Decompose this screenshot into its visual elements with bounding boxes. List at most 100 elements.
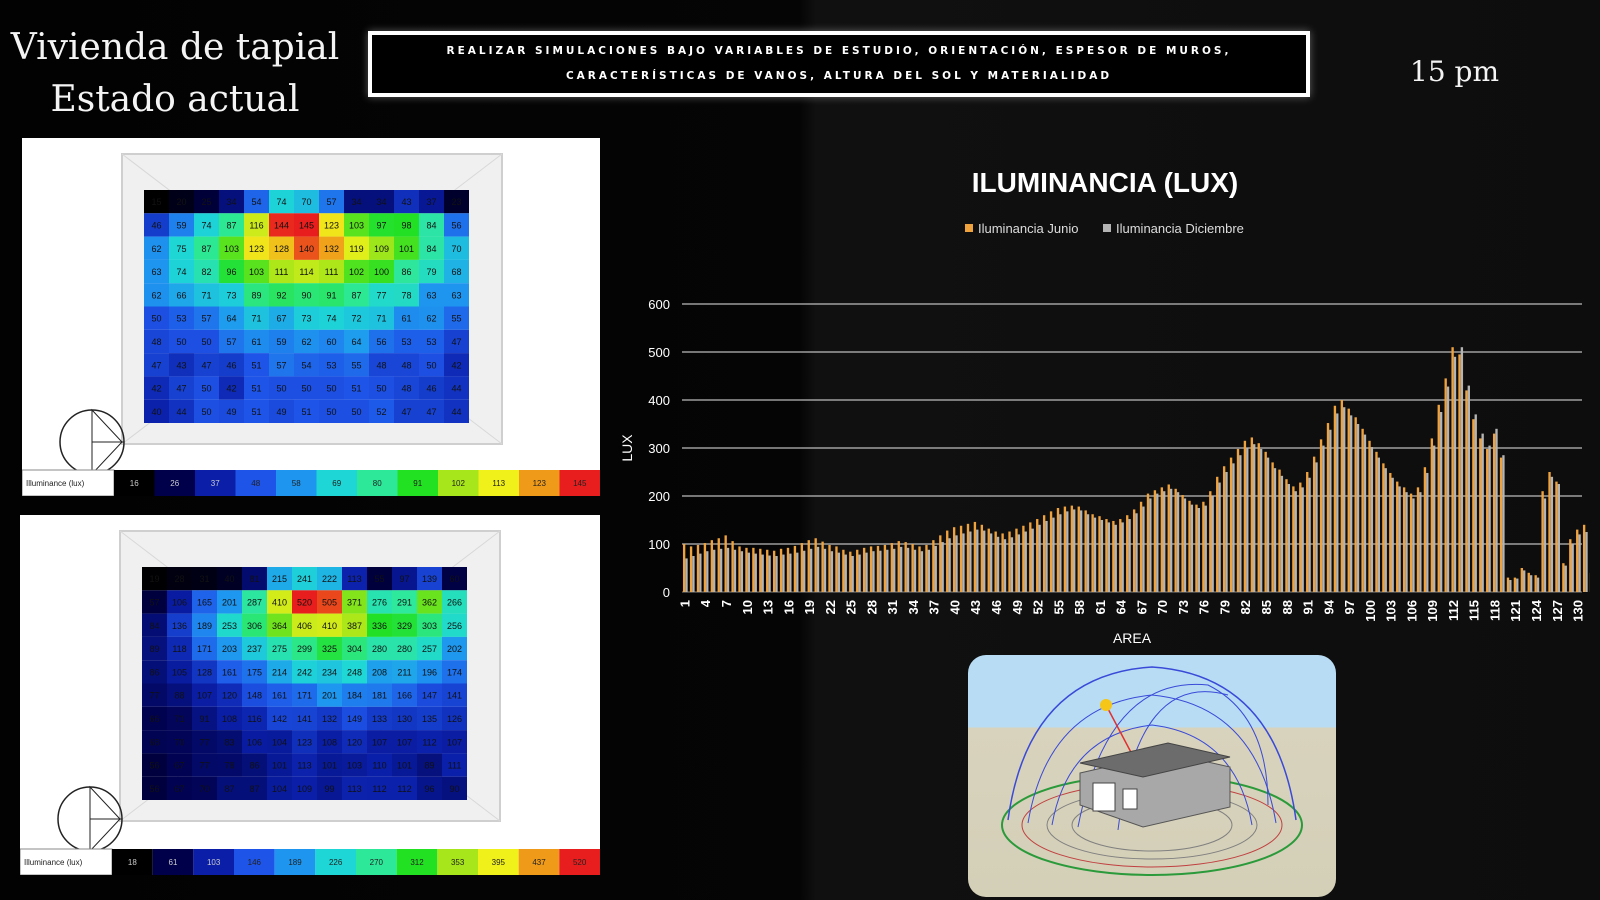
heatmap-cell-value: 57 — [201, 314, 211, 324]
heatmap-cell: 101 — [267, 753, 292, 777]
bar — [1024, 531, 1027, 592]
bar — [1363, 434, 1367, 592]
heatmap-cell: 50 — [369, 376, 394, 400]
heatmap-cell-value: 104 — [272, 737, 287, 747]
heatmap-cell-value: 202 — [447, 644, 462, 654]
heatmap-cell-value: 64 — [351, 337, 361, 347]
bar — [1529, 575, 1533, 592]
legend-value: 37 — [211, 479, 220, 488]
bar — [1495, 428, 1498, 592]
bar — [1453, 356, 1457, 592]
heatmap-cell: 70 — [444, 236, 469, 260]
bar — [1236, 448, 1240, 592]
bar — [1119, 519, 1122, 592]
bar — [890, 543, 894, 592]
bar — [803, 550, 806, 592]
bar — [1377, 457, 1380, 592]
heatmap-cell-value: 329 — [397, 621, 412, 631]
heatmap-cell: 203 — [217, 636, 242, 661]
heatmap-cell: 83 — [217, 730, 242, 754]
legend-item: Iluminancia Junio — [965, 221, 1078, 236]
bar — [1093, 517, 1097, 592]
heatmap-cell-value: 50 — [326, 384, 336, 394]
heatmap-cell: 123 — [319, 213, 344, 237]
heatmap-cell: 50 — [294, 376, 319, 400]
heatmap-cell-value: 266 — [447, 597, 462, 607]
bar — [1569, 539, 1572, 592]
heatmap-cell-value: 67 — [174, 784, 184, 794]
x-tick-label: 82 — [1238, 600, 1253, 614]
heatmap-cell-value: 208 — [372, 667, 387, 677]
bar — [747, 552, 750, 592]
heatmap-cell-value: 410 — [322, 621, 337, 631]
heatmap-cell: 66 — [142, 706, 167, 731]
heatmap-cell: 87 — [219, 213, 244, 237]
bar — [807, 540, 810, 592]
house-door — [1092, 782, 1116, 812]
heatmap-cell: 62 — [144, 283, 169, 307]
heatmap-cell-value: 57 — [226, 337, 236, 347]
heatmap-cell: 50 — [419, 353, 444, 377]
bar — [800, 543, 804, 592]
heatmap-cell-value: 50 — [276, 384, 286, 394]
heatmap-cell-value: 103 — [224, 244, 239, 254]
heatmap-cell-value: 109 — [374, 244, 389, 254]
bar — [1543, 498, 1547, 592]
bar — [1419, 492, 1422, 592]
heatmap-cell: 74 — [169, 259, 194, 284]
heatmap-cell-value: 113 — [347, 574, 361, 584]
heatmap-cell-value: 43 — [401, 197, 411, 207]
heatmap-cell-value: 51 — [251, 407, 261, 417]
time-label: 15 pm — [1410, 55, 1500, 88]
heatmap-cell: 111 — [442, 753, 467, 777]
heatmap-cell-value: 28 — [174, 574, 184, 584]
bar — [703, 543, 707, 592]
bar — [740, 551, 744, 592]
heatmap-cell-value: 71 — [376, 314, 386, 324]
bar — [1001, 533, 1004, 592]
legend-value: 18 — [128, 858, 137, 867]
heatmap-cell: 112 — [417, 730, 442, 754]
bar — [1292, 486, 1295, 592]
heatmap-cell: 50 — [169, 329, 194, 354]
bar — [1015, 528, 1018, 592]
heatmap-cell: 101 — [394, 236, 419, 260]
bar — [1375, 451, 1378, 592]
x-tick-label: 115 — [1467, 600, 1482, 621]
bar — [1063, 506, 1067, 592]
heatmap-cell: 84 — [419, 236, 444, 260]
heatmap-cell: 141 — [292, 706, 317, 731]
heatmap-cell: 98 — [394, 213, 419, 237]
heatmap-cell: 104 — [267, 730, 292, 754]
heatmap-cell: 145 — [294, 213, 319, 237]
heatmap-cell: 62 — [144, 236, 169, 260]
legend-value: 145 — [573, 479, 587, 488]
bar — [1578, 534, 1581, 592]
slide-title: Vivienda de tapial Estado actual — [0, 22, 350, 126]
heatmap-cell-value: 364 — [272, 621, 287, 631]
x-tick-label: 70 — [1155, 600, 1170, 614]
heatmap-cell: 47 — [394, 399, 419, 423]
bar — [1112, 520, 1115, 592]
y-tick-label: 0 — [663, 585, 670, 600]
bar — [1253, 444, 1256, 592]
heatmap-cell: 248 — [342, 660, 367, 684]
bar — [1437, 404, 1440, 592]
heatmap-cell: 61 — [244, 329, 269, 354]
heatmap-cell-value: 103 — [349, 220, 364, 230]
bar — [1516, 578, 1519, 592]
bar — [1190, 504, 1194, 592]
heatmap-cell: 91 — [192, 706, 217, 731]
heatmap-cell-value: 50 — [301, 384, 311, 394]
heatmap-cell-value: 44 — [176, 407, 186, 417]
heatmap-cell: 90 — [442, 776, 467, 800]
bar — [1333, 405, 1337, 592]
heatmap-cell: 107 — [192, 683, 217, 707]
bar — [1472, 419, 1475, 592]
heatmap-cell-value: 113 — [297, 761, 311, 771]
heatmap-cell-value: 171 — [197, 644, 212, 654]
bar — [719, 548, 723, 592]
heatmap-cell-value: 71 — [174, 714, 184, 724]
bar — [1576, 529, 1579, 592]
bar — [1308, 477, 1311, 592]
